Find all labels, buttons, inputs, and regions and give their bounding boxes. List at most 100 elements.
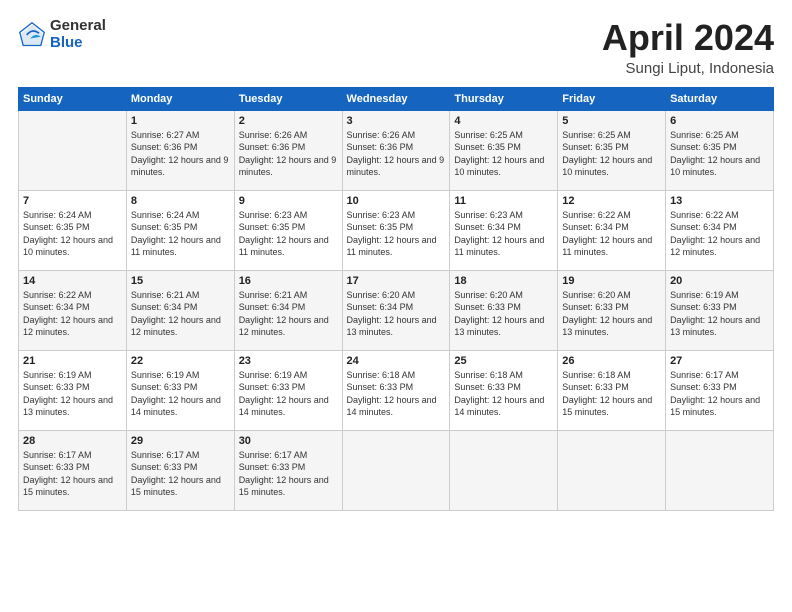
- day-info: Sunrise: 6:20 AMSunset: 6:34 PMDaylight:…: [347, 289, 446, 339]
- week-row-5: 28Sunrise: 6:17 AMSunset: 6:33 PMDayligh…: [19, 430, 774, 510]
- day-info: Sunrise: 6:25 AMSunset: 6:35 PMDaylight:…: [562, 129, 661, 179]
- calendar-cell: 27Sunrise: 6:17 AMSunset: 6:33 PMDayligh…: [666, 350, 774, 430]
- day-number: 21: [23, 355, 122, 367]
- calendar-cell: 30 Sunrise: 6:17 AMSunset: 6:33 PMDayligh…: [234, 430, 342, 510]
- logo-blue: Blue: [50, 35, 106, 52]
- day-info: Sunrise: 6:27 AMSunset: 6:36 PMDaylight:…: [131, 129, 230, 179]
- day-info: Sunrise: 6:22 AMSunset: 6:34 PMDaylight:…: [562, 209, 661, 259]
- week-row-4: 21 Sunrise: 6:19 AMSunset: 6:33 PMDayligh…: [19, 350, 774, 430]
- calendar-body: 1 Sunrise: 6:27 AMSunset: 6:36 PMDaylight…: [19, 110, 774, 510]
- calendar-cell: 22 Sunrise: 6:19 AMSunset: 6:33 PMDayligh…: [126, 350, 234, 430]
- calendar-cell: 20 Sunrise: 6:19 AMSunset: 6:33 PMDayligh…: [666, 270, 774, 350]
- day-number: 3: [347, 115, 446, 127]
- day-number: 24: [347, 355, 446, 367]
- calendar-cell: 17 Sunrise: 6:20 AMSunset: 6:34 PMDayligh…: [342, 270, 450, 350]
- calendar-cell: 8 Sunrise: 6:24 AMSunset: 6:35 PMDaylight…: [126, 190, 234, 270]
- page: General Blue April 2024 Sungi Liput, Ind…: [0, 0, 792, 612]
- title-block: April 2024 Sungi Liput, Indonesia: [602, 18, 774, 77]
- logo-general: General: [50, 18, 106, 35]
- calendar-cell: [558, 430, 666, 510]
- day-info: Sunrise: 6:23 AMSunset: 6:35 PMDaylight:…: [239, 209, 338, 259]
- header-thursday: Thursday: [450, 87, 558, 110]
- day-info: Sunrise: 6:26 AMSunset: 6:36 PMDaylight:…: [239, 129, 338, 179]
- day-info: Sunrise: 6:24 AMSunset: 6:35 PMDaylight:…: [131, 209, 230, 259]
- day-number: 1: [131, 115, 230, 127]
- day-info: Sunrise: 6:18 AMSunset: 6:33 PMDaylight:…: [454, 369, 553, 419]
- calendar-cell: 10Sunrise: 6:23 AMSunset: 6:35 PMDayligh…: [342, 190, 450, 270]
- header: General Blue April 2024 Sungi Liput, Ind…: [18, 18, 774, 77]
- calendar-cell: 21 Sunrise: 6:19 AMSunset: 6:33 PMDayligh…: [19, 350, 127, 430]
- day-number: 11: [454, 195, 553, 207]
- day-info: Sunrise: 6:19 AMSunset: 6:33 PMDaylight:…: [670, 289, 769, 339]
- day-number: 18: [454, 275, 553, 287]
- day-number: 30: [239, 435, 338, 447]
- calendar-cell: 19Sunrise: 6:20 AMSunset: 6:33 PMDayligh…: [558, 270, 666, 350]
- calendar-cell: 15 Sunrise: 6:21 AMSunset: 6:34 PMDayligh…: [126, 270, 234, 350]
- day-info: Sunrise: 6:22 AMSunset: 6:34 PMDaylight:…: [23, 289, 122, 339]
- weekday-header-row: Sunday Monday Tuesday Wednesday Thursday…: [19, 87, 774, 110]
- day-info: Sunrise: 6:18 AMSunset: 6:33 PMDaylight:…: [562, 369, 661, 419]
- day-info: Sunrise: 6:20 AMSunset: 6:33 PMDaylight:…: [454, 289, 553, 339]
- calendar-cell: 3 Sunrise: 6:26 AMSunset: 6:36 PMDaylight…: [342, 110, 450, 190]
- week-row-3: 14 Sunrise: 6:22 AMSunset: 6:34 PMDayligh…: [19, 270, 774, 350]
- day-number: 5: [562, 115, 661, 127]
- day-number: 13: [670, 195, 769, 207]
- day-number: 17: [347, 275, 446, 287]
- week-row-1: 1 Sunrise: 6:27 AMSunset: 6:36 PMDaylight…: [19, 110, 774, 190]
- day-number: 12: [562, 195, 661, 207]
- day-number: 27: [670, 355, 769, 367]
- header-sunday: Sunday: [19, 87, 127, 110]
- calendar-cell: 28Sunrise: 6:17 AMSunset: 6:33 PMDayligh…: [19, 430, 127, 510]
- day-info: Sunrise: 6:19 AMSunset: 6:33 PMDaylight:…: [131, 369, 230, 419]
- header-friday: Friday: [558, 87, 666, 110]
- calendar-cell: 2Sunrise: 6:26 AMSunset: 6:36 PMDaylight…: [234, 110, 342, 190]
- calendar-cell: 1 Sunrise: 6:27 AMSunset: 6:36 PMDaylight…: [126, 110, 234, 190]
- day-number: 14: [23, 275, 122, 287]
- calendar-cell: 13 Sunrise: 6:22 AMSunset: 6:34 PMDayligh…: [666, 190, 774, 270]
- header-saturday: Saturday: [666, 87, 774, 110]
- calendar-cell: 6 Sunrise: 6:25 AMSunset: 6:35 PMDaylight…: [666, 110, 774, 190]
- calendar-cell: 26 Sunrise: 6:18 AMSunset: 6:33 PMDayligh…: [558, 350, 666, 430]
- day-number: 26: [562, 355, 661, 367]
- header-tuesday: Tuesday: [234, 87, 342, 110]
- day-number: 9: [239, 195, 338, 207]
- day-info: Sunrise: 6:20 AMSunset: 6:33 PMDaylight:…: [562, 289, 661, 339]
- day-number: 20: [670, 275, 769, 287]
- calendar-cell: 7Sunrise: 6:24 AMSunset: 6:35 PMDaylight…: [19, 190, 127, 270]
- day-info: Sunrise: 6:19 AMSunset: 6:33 PMDaylight:…: [239, 369, 338, 419]
- header-monday: Monday: [126, 87, 234, 110]
- calendar-cell: 24Sunrise: 6:18 AMSunset: 6:33 PMDayligh…: [342, 350, 450, 430]
- day-info: Sunrise: 6:23 AMSunset: 6:35 PMDaylight:…: [347, 209, 446, 259]
- week-row-2: 7Sunrise: 6:24 AMSunset: 6:35 PMDaylight…: [19, 190, 774, 270]
- day-info: Sunrise: 6:21 AMSunset: 6:34 PMDaylight:…: [239, 289, 338, 339]
- day-number: 25: [454, 355, 553, 367]
- day-info: Sunrise: 6:25 AMSunset: 6:35 PMDaylight:…: [454, 129, 553, 179]
- calendar-cell: 4Sunrise: 6:25 AMSunset: 6:35 PMDaylight…: [450, 110, 558, 190]
- title-location: Sungi Liput, Indonesia: [602, 60, 774, 77]
- day-info: Sunrise: 6:19 AMSunset: 6:33 PMDaylight:…: [23, 369, 122, 419]
- logo: General Blue: [18, 18, 106, 51]
- day-number: 6: [670, 115, 769, 127]
- day-info: Sunrise: 6:17 AMSunset: 6:33 PMDaylight:…: [131, 449, 230, 499]
- calendar-cell: [19, 110, 127, 190]
- calendar-table: Sunday Monday Tuesday Wednesday Thursday…: [18, 87, 774, 511]
- day-number: 22: [131, 355, 230, 367]
- logo-icon: [18, 21, 46, 49]
- day-info: Sunrise: 6:25 AMSunset: 6:35 PMDaylight:…: [670, 129, 769, 179]
- day-number: 8: [131, 195, 230, 207]
- day-info: Sunrise: 6:17 AMSunset: 6:33 PMDaylight:…: [239, 449, 338, 499]
- calendar-cell: 5 Sunrise: 6:25 AMSunset: 6:35 PMDaylight…: [558, 110, 666, 190]
- calendar-cell: 11 Sunrise: 6:23 AMSunset: 6:34 PMDayligh…: [450, 190, 558, 270]
- day-number: 15: [131, 275, 230, 287]
- day-info: Sunrise: 6:23 AMSunset: 6:34 PMDaylight:…: [454, 209, 553, 259]
- calendar-cell: 14 Sunrise: 6:22 AMSunset: 6:34 PMDayligh…: [19, 270, 127, 350]
- day-info: Sunrise: 6:24 AMSunset: 6:35 PMDaylight:…: [23, 209, 122, 259]
- day-info: Sunrise: 6:26 AMSunset: 6:36 PMDaylight:…: [347, 129, 446, 179]
- header-wednesday: Wednesday: [342, 87, 450, 110]
- calendar-cell: 9 Sunrise: 6:23 AMSunset: 6:35 PMDaylight…: [234, 190, 342, 270]
- day-info: Sunrise: 6:22 AMSunset: 6:34 PMDaylight:…: [670, 209, 769, 259]
- day-info: Sunrise: 6:21 AMSunset: 6:34 PMDaylight:…: [131, 289, 230, 339]
- calendar-cell: 23Sunrise: 6:19 AMSunset: 6:33 PMDayligh…: [234, 350, 342, 430]
- calendar-cell: 18 Sunrise: 6:20 AMSunset: 6:33 PMDayligh…: [450, 270, 558, 350]
- calendar-cell: 12 Sunrise: 6:22 AMSunset: 6:34 PMDayligh…: [558, 190, 666, 270]
